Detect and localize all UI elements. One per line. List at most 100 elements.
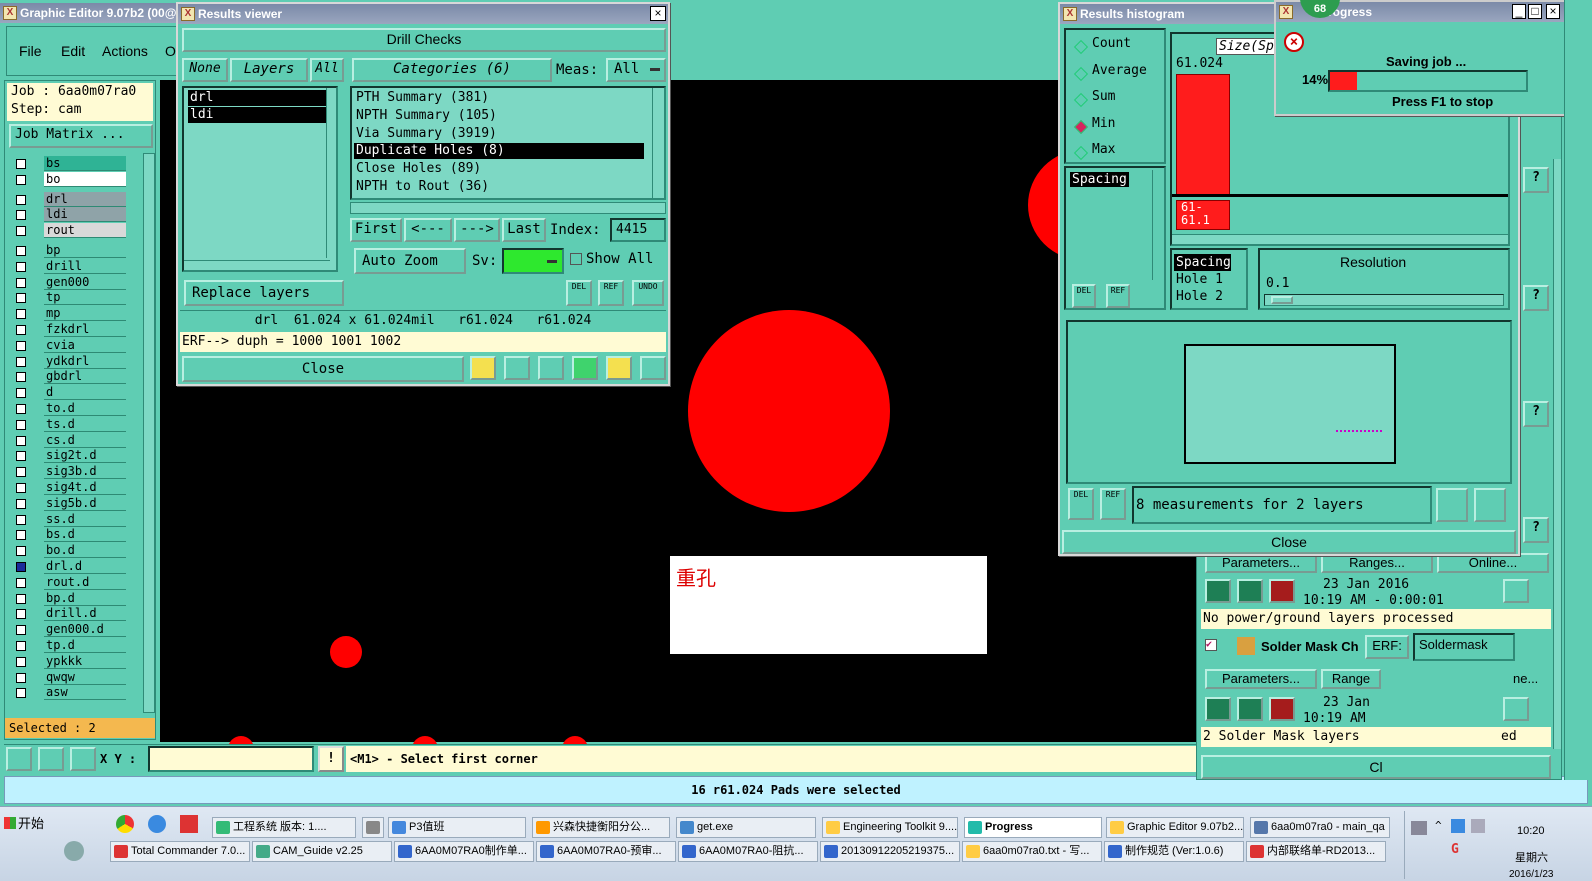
- layer-row[interactable]: bs.d: [12, 527, 128, 543]
- taskbar-button[interactable]: 工程系统 版本: 1....: [212, 817, 356, 838]
- grid-icon[interactable]: [70, 747, 96, 771]
- parameters-button[interactable]: Parameters...: [1205, 553, 1317, 573]
- layer-checkbox[interactable]: [16, 625, 26, 636]
- category-item[interactable]: PTH Summary (381): [354, 90, 644, 106]
- preview-ref-button[interactable]: REF: [1100, 488, 1126, 520]
- layer-row[interactable]: bp: [12, 243, 128, 258]
- categories-button[interactable]: Categories (6): [352, 58, 552, 82]
- layer-checkbox[interactable]: [16, 340, 26, 351]
- layer-row[interactable]: ypkkk: [12, 653, 128, 669]
- layer-checkbox[interactable]: [16, 419, 26, 430]
- layer-checkbox[interactable]: [16, 210, 26, 221]
- layer-checkbox[interactable]: [16, 194, 26, 205]
- layer-checkbox[interactable]: [16, 372, 26, 383]
- layer-checkbox[interactable]: [16, 261, 26, 272]
- layer-row[interactable]: ldi: [12, 207, 128, 223]
- run-all-icon[interactable]: [1237, 579, 1263, 603]
- layer-row[interactable]: bs: [12, 156, 128, 171]
- export-icon[interactable]: [1436, 488, 1468, 522]
- mode-radio[interactable]: [1073, 119, 1089, 134]
- stop-icon[interactable]: [1269, 579, 1295, 603]
- none-button[interactable]: None: [182, 58, 228, 82]
- layer-checkbox[interactable]: [16, 641, 26, 651]
- layer-row[interactable]: cvia: [12, 337, 128, 353]
- first-button[interactable]: First: [350, 218, 402, 242]
- taskbar-button[interactable]: 6AA0M07RA0-预审...: [536, 841, 676, 862]
- histogram-hscroll[interactable]: [1172, 234, 1508, 244]
- category-item[interactable]: Duplicate Holes (8): [354, 143, 644, 160]
- monitor-icon[interactable]: [504, 356, 530, 380]
- zoom-fit-icon[interactable]: [6, 747, 32, 771]
- layer-row[interactable]: bo: [12, 171, 128, 187]
- taskbar-button[interactable]: Engineering Toolkit 9....: [822, 817, 958, 838]
- layer-checkbox[interactable]: [16, 277, 26, 288]
- warning-button[interactable]: !: [318, 746, 344, 772]
- layer-checkbox[interactable]: [16, 309, 26, 320]
- layer-row[interactable]: ts.d: [12, 416, 128, 432]
- layer-list-scrollbar[interactable]: [326, 88, 336, 258]
- mode-radio[interactable]: [1073, 145, 1089, 161]
- layer-row[interactable]: sig5b.d: [12, 495, 128, 511]
- network-icon[interactable]: [1451, 819, 1465, 833]
- del-button[interactable]: DEL: [566, 280, 592, 306]
- undo-button[interactable]: UNDO: [632, 280, 664, 306]
- start-button[interactable]: 开始: [2, 813, 54, 835]
- tray-expand-icon[interactable]: ^: [1435, 819, 1442, 832]
- mode-radio[interactable]: [1073, 66, 1089, 81]
- layer-row[interactable]: tp.d: [12, 638, 128, 653]
- pair-item[interactable]: Hole 2: [1174, 288, 1223, 305]
- volume-icon[interactable]: [1471, 819, 1485, 833]
- layer-row[interactable]: drill.d: [12, 606, 128, 622]
- ref-clear-icon[interactable]: [538, 356, 564, 380]
- category-item[interactable]: Close Holes (89): [354, 161, 644, 177]
- layer-row[interactable]: sig2t.d: [12, 448, 128, 464]
- layer-checkbox[interactable]: [16, 174, 26, 185]
- run-icon-2[interactable]: [1205, 697, 1231, 721]
- layer-row[interactable]: drl: [12, 191, 128, 207]
- layer-results-list[interactable]: drl ldi: [182, 86, 338, 272]
- help-button-2[interactable]: ?: [1523, 285, 1549, 311]
- taskbar-button[interactable]: 20130912205219375...: [820, 841, 960, 862]
- hist-ref-button[interactable]: REF: [1106, 284, 1130, 308]
- minimize-icon[interactable]: _: [1512, 4, 1526, 19]
- taskbar-button[interactable]: 6AA0M07RA0制作单...: [394, 841, 534, 862]
- close-icon[interactable]: ×: [1546, 4, 1560, 19]
- layer-row[interactable]: bp.d: [12, 590, 128, 606]
- pair-list[interactable]: Spacing Hole 1 Hole 2: [1170, 248, 1248, 310]
- layer-checkbox[interactable]: [16, 656, 26, 667]
- notes-icon[interactable]: [606, 356, 632, 380]
- layer-checkbox[interactable]: [16, 562, 26, 572]
- number-icon[interactable]: [572, 356, 598, 380]
- pad-small[interactable]: [330, 636, 362, 668]
- histogram-bar[interactable]: [1176, 74, 1230, 196]
- layer-checkbox[interactable]: [16, 404, 26, 414]
- layer-checkbox[interactable]: [16, 246, 26, 256]
- drill-checks-header[interactable]: Drill Checks: [182, 28, 666, 52]
- layer-checkbox[interactable]: [16, 325, 26, 335]
- prev-button[interactable]: <---: [404, 218, 452, 242]
- histogram-close-button[interactable]: Close: [1062, 530, 1516, 554]
- layer-checkbox[interactable]: [16, 159, 26, 169]
- layer-row[interactable]: asw: [12, 685, 128, 701]
- layer-row[interactable]: mp: [12, 306, 128, 322]
- histogram-icon[interactable]: [640, 356, 666, 380]
- layer-row[interactable]: rout.d: [12, 574, 128, 590]
- chrome-icon[interactable]: [116, 815, 134, 833]
- layer-row[interactable]: to.d: [12, 401, 128, 416]
- layer-checkbox[interactable]: [16, 688, 26, 699]
- meas-select[interactable]: All: [606, 58, 666, 82]
- quick-launch-icon[interactable]: [64, 841, 84, 861]
- category-hscroll[interactable]: [350, 202, 666, 214]
- show-all-checkbox[interactable]: [570, 253, 582, 265]
- layer-row[interactable]: gbdrl: [12, 369, 128, 385]
- layer-row[interactable]: gen000.d: [12, 622, 128, 638]
- taskbar-button[interactable]: Progress: [964, 817, 1102, 838]
- app-quick-icon[interactable]: [180, 815, 198, 833]
- close-icon[interactable]: ×: [650, 6, 666, 21]
- layer-checkbox[interactable]: [16, 498, 26, 509]
- online-button[interactable]: Online...: [1437, 553, 1549, 573]
- category-item[interactable]: Via Summary (3919): [354, 126, 644, 142]
- ranges-button-2[interactable]: Range: [1321, 669, 1381, 689]
- antivirus-icon[interactable]: G: [1451, 843, 1465, 857]
- all-button[interactable]: All: [310, 58, 344, 82]
